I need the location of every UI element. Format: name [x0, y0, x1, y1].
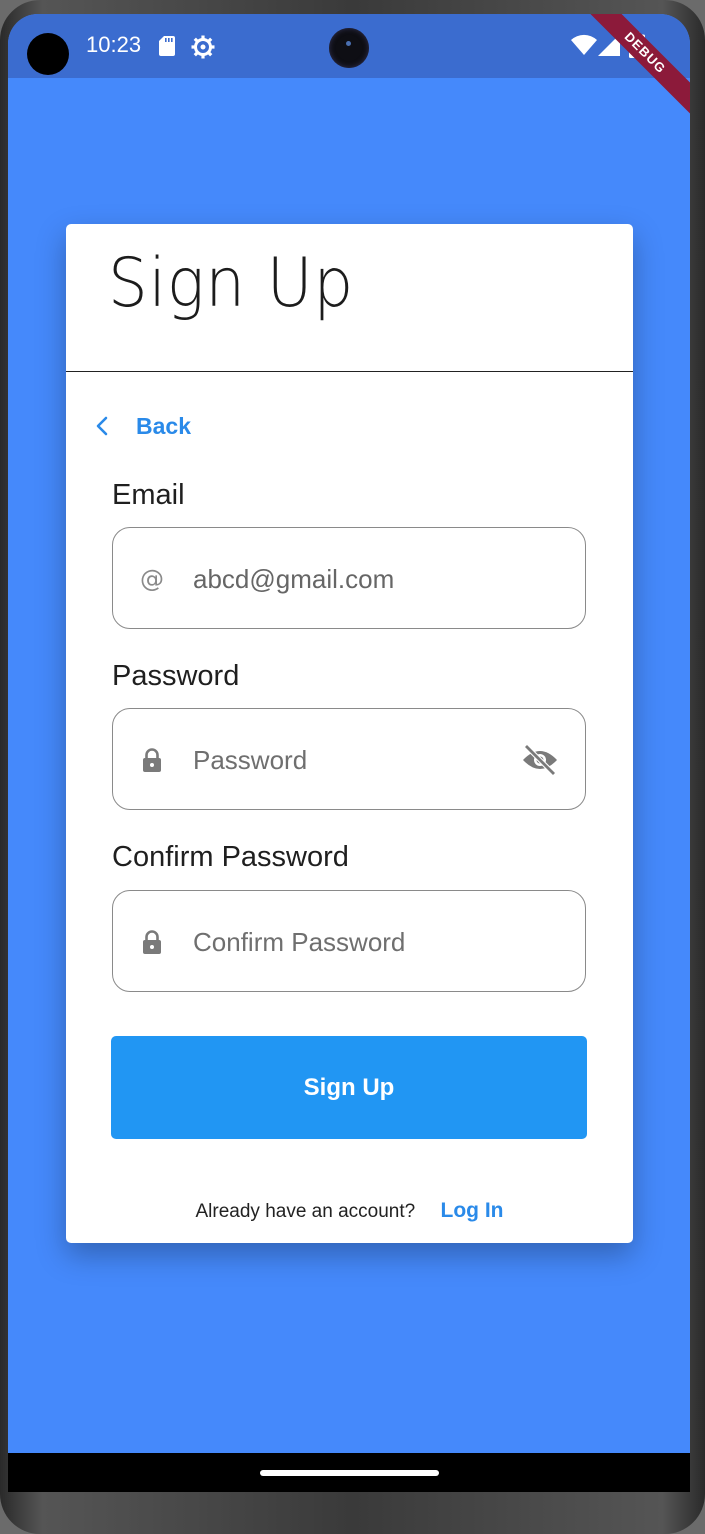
signup-card: Sign Up Back Email @ Password — [66, 224, 633, 1243]
password-input[interactable] — [191, 734, 515, 786]
confirm-password-input[interactable] — [191, 916, 515, 968]
log-in-link[interactable]: Log In — [441, 1199, 504, 1222]
at-icon: @ — [140, 566, 164, 592]
confirm-password-label: Confirm Password — [112, 841, 349, 873]
sd-card-icon — [159, 36, 175, 56]
email-label: Email — [112, 479, 185, 511]
system-nav-bar — [8, 1453, 690, 1492]
status-bar: 10:23 DEBUG — [8, 14, 690, 121]
home-indicator[interactable] — [260, 1470, 439, 1476]
lock-icon — [143, 748, 161, 772]
login-prompt: Already have an account? Log In — [66, 1199, 633, 1223]
eye-off-icon[interactable] — [521, 744, 559, 776]
back-label: Back — [136, 412, 191, 439]
camera-cutout — [329, 28, 369, 68]
email-field-container[interactable]: @ — [112, 527, 586, 629]
page-title: Sign Up — [108, 244, 355, 323]
svg-text:@: @ — [140, 566, 164, 592]
app-screen: 10:23 DEBUG Sign Up Back Email @ abcd@gm… — [8, 14, 690, 1492]
confirm-password-field-container[interactable] — [112, 890, 586, 992]
sign-up-button[interactable]: Sign Up — [111, 1036, 587, 1139]
back-button[interactable]: Back — [92, 408, 191, 444]
title-divider — [66, 371, 633, 372]
gear-icon — [191, 35, 215, 59]
lock-icon — [143, 930, 161, 954]
wifi-icon — [571, 34, 597, 55]
password-label: Password — [112, 660, 240, 692]
front-sensor — [27, 33, 69, 75]
debug-banner: DEBUG — [577, 14, 690, 121]
password-field-container[interactable] — [112, 708, 586, 810]
status-time: 10:23 — [86, 32, 142, 57]
footer-text: Already have an account? — [195, 1201, 416, 1222]
chevron-left-icon — [96, 416, 108, 436]
email-input[interactable] — [191, 553, 515, 605]
